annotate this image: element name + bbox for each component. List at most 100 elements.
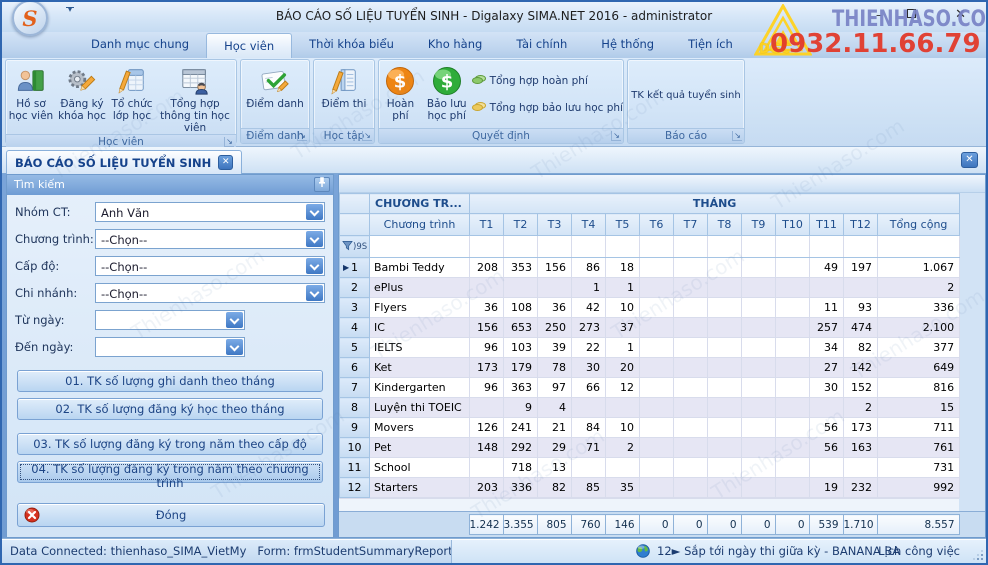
value-cell[interactable]: 1.067 <box>878 258 960 278</box>
value-cell[interactable]: 2 <box>878 278 960 298</box>
value-cell[interactable]: 208 <box>470 258 504 278</box>
value-cell[interactable] <box>776 478 810 498</box>
value-cell[interactable] <box>708 318 742 338</box>
value-cell[interactable] <box>640 398 674 418</box>
value-cell[interactable] <box>640 478 674 498</box>
value-cell[interactable]: 250 <box>538 318 572 338</box>
quick-access-dropdown-icon[interactable]: ▾ <box>60 5 80 19</box>
value-cell[interactable] <box>708 338 742 358</box>
value-cell[interactable]: 11 <box>810 298 844 318</box>
value-cell[interactable]: 353 <box>504 258 538 278</box>
value-cell[interactable]: 103 <box>504 338 538 358</box>
value-cell[interactable] <box>708 258 742 278</box>
value-cell[interactable] <box>844 278 878 298</box>
value-cell[interactable]: 761 <box>878 438 960 458</box>
value-cell[interactable] <box>776 418 810 438</box>
combo-chi-nhanh[interactable]: --Chọn-- <box>95 283 325 303</box>
value-cell[interactable]: 96 <box>470 378 504 398</box>
value-cell[interactable]: 1 <box>606 278 640 298</box>
filter-cell[interactable] <box>878 236 960 258</box>
value-cell[interactable] <box>470 278 504 298</box>
column-header-t12[interactable]: T12 <box>844 214 878 236</box>
program-cell[interactable]: IC <box>370 318 470 338</box>
value-cell[interactable]: 142 <box>844 358 878 378</box>
ribbon-button-bao-luu-hoc-phi[interactable]: $Bảo lưu học phí <box>422 63 472 122</box>
value-cell[interactable] <box>742 438 776 458</box>
value-cell[interactable] <box>470 458 504 478</box>
tab-tai-chinh[interactable]: Tài chính <box>499 32 584 58</box>
value-cell[interactable] <box>776 378 810 398</box>
value-cell[interactable]: 232 <box>844 478 878 498</box>
value-cell[interactable]: 56 <box>810 438 844 458</box>
close-button[interactable]: ✕ <box>955 9 966 21</box>
row-header-cell[interactable]: 7 <box>340 378 370 398</box>
value-cell[interactable]: 36 <box>538 298 572 318</box>
close-document-button[interactable] <box>961 152 978 168</box>
value-cell[interactable]: 21 <box>538 418 572 438</box>
ribbon-link-tong-hop-hoan-phi[interactable]: Tổng hợp hoàn phí <box>472 74 623 88</box>
value-cell[interactable]: 1 <box>572 278 606 298</box>
value-cell[interactable]: 273 <box>572 318 606 338</box>
pin-button[interactable] <box>314 177 330 192</box>
value-cell[interactable]: 718 <box>504 458 538 478</box>
value-cell[interactable]: 257 <box>810 318 844 338</box>
app-logo-button[interactable]: S <box>12 0 48 36</box>
value-cell[interactable]: 377 <box>878 338 960 358</box>
value-cell[interactable]: 363 <box>504 378 538 398</box>
value-cell[interactable] <box>674 318 708 338</box>
value-cell[interactable] <box>810 458 844 478</box>
value-cell[interactable]: 173 <box>470 358 504 378</box>
value-cell[interactable]: 474 <box>844 318 878 338</box>
value-cell[interactable]: 42 <box>572 298 606 318</box>
value-cell[interactable]: 336 <box>878 298 960 318</box>
column-header-t10[interactable]: T10 <box>776 214 810 236</box>
value-cell[interactable] <box>708 398 742 418</box>
dialog-launcher-icon[interactable]: ↘ <box>297 131 307 141</box>
document-tab-close-icon[interactable] <box>218 155 233 170</box>
filter-cell[interactable] <box>640 236 674 258</box>
tab-hoc-vien[interactable]: Học viên <box>206 33 292 58</box>
ribbon-button-hoan-phi[interactable]: $Hoàn phí <box>379 63 422 122</box>
value-cell[interactable] <box>538 278 572 298</box>
chevron-down-icon[interactable] <box>226 312 243 328</box>
row-header-cell[interactable]: 11 <box>340 458 370 478</box>
report-button-01[interactable]: 01. TK số lượng ghi danh theo tháng <box>17 370 323 392</box>
value-cell[interactable] <box>640 278 674 298</box>
value-cell[interactable]: 156 <box>538 258 572 278</box>
value-cell[interactable] <box>742 378 776 398</box>
column-header-tong-cong[interactable]: Tổng cộng <box>878 214 960 236</box>
value-cell[interactable] <box>810 398 844 418</box>
column-header-t6[interactable]: T6 <box>640 214 674 236</box>
table-row[interactable]: 8Luyện thi TOEIC94215 <box>340 398 960 418</box>
value-cell[interactable] <box>640 418 674 438</box>
ribbon-button-tong-hop-thong-tin-hoc-vien[interactable]: Tổng hợp thông tin học viên <box>155 63 235 134</box>
row-header-cell[interactable]: 6 <box>340 358 370 378</box>
value-cell[interactable]: 173 <box>844 418 878 438</box>
value-cell[interactable] <box>776 258 810 278</box>
value-cell[interactable]: 18 <box>606 258 640 278</box>
value-cell[interactable] <box>606 398 640 418</box>
column-header-t5[interactable]: T5 <box>606 214 640 236</box>
value-cell[interactable]: 20 <box>606 358 640 378</box>
value-cell[interactable] <box>640 298 674 318</box>
value-cell[interactable] <box>708 298 742 318</box>
row-header-cell[interactable]: 10 <box>340 438 370 458</box>
filter-cell[interactable] <box>572 236 606 258</box>
value-cell[interactable] <box>810 278 844 298</box>
column-header-t7[interactable]: T7 <box>674 214 708 236</box>
value-cell[interactable]: 29 <box>538 438 572 458</box>
value-cell[interactable] <box>470 398 504 418</box>
value-cell[interactable] <box>844 458 878 478</box>
value-cell[interactable]: 108 <box>504 298 538 318</box>
value-cell[interactable]: 22 <box>572 338 606 358</box>
combo-cap-do[interactable]: --Chọn-- <box>95 256 325 276</box>
chevron-down-icon[interactable] <box>226 339 243 355</box>
value-cell[interactable] <box>674 298 708 318</box>
value-cell[interactable] <box>640 318 674 338</box>
value-cell[interactable] <box>674 278 708 298</box>
combo-tu-ngay[interactable] <box>95 310 245 330</box>
value-cell[interactable]: 10 <box>606 298 640 318</box>
column-header-chuong-trinh[interactable]: Chương trình <box>370 214 470 236</box>
row-header-cell[interactable]: 12 <box>340 478 370 498</box>
filter-cell[interactable] <box>708 236 742 258</box>
